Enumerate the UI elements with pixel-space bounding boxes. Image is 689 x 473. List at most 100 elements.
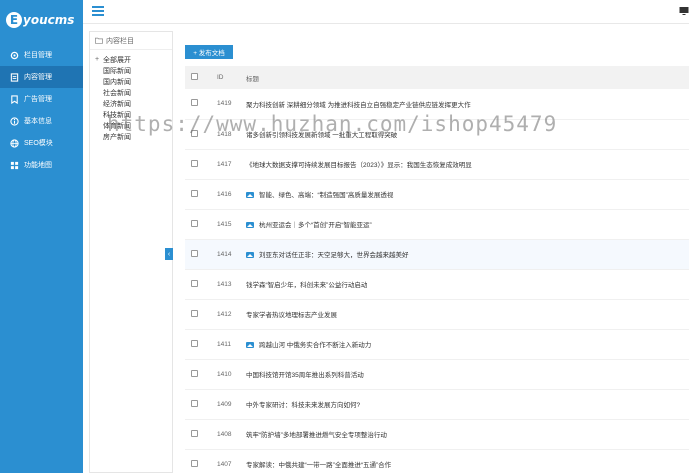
tree-item-expand-all[interactable]: + 全部展开 (90, 54, 172, 65)
article-title-link[interactable]: 智能、绿色、高端：“制造强国”高质量发展透视 (259, 192, 393, 199)
article-title-link[interactable]: 中国科技馆开馆35周年推出系列科普活动 (246, 372, 364, 379)
image-icon (246, 222, 254, 229)
table-row: 1418 诸多创新引领科技发展新领域 一批重大工程取得突破 (185, 119, 689, 149)
row-id: 1408 (217, 430, 232, 438)
tree-item-label: 全部展开 (103, 56, 131, 64)
row-id: 1416 (217, 190, 232, 198)
article-title-link[interactable]: 专家解读：中俄共建“一带一路”全面推进“五通”合作 (246, 462, 391, 469)
tree-item[interactable]: 科技新闻 (90, 109, 172, 120)
row-checkbox[interactable] (191, 159, 198, 167)
article-title-link[interactable]: 杭州亚运会｜多个“首创”开启“智能亚运” (259, 222, 372, 229)
article-title-link[interactable]: 《地球大数据支撑可持续发展目标报告（2023）》显示：我国生态恢复成效明显 (246, 162, 472, 169)
table-row: 1408 筑牢“防护墙”多地部署推进燃气安全专项整治行动 (185, 419, 689, 449)
image-icon (246, 252, 254, 259)
sidebar-item-ad-management[interactable]: 广告管理 (0, 88, 83, 110)
article-title-link[interactable]: 中外专家研讨：科技未来发展方向如何? (246, 402, 360, 409)
tree-item[interactable]: 房产新闻 (90, 131, 172, 142)
bookmark-icon (9, 94, 19, 104)
table-header-row: ID 标题 (185, 66, 689, 89)
table-row: 1415 杭州亚运会｜多个“首创”开启“智能亚运” (185, 209, 689, 239)
table-row: 1407 专家解读：中俄共建“一带一路”全面推进“五通”合作 (185, 449, 689, 473)
row-id: 1413 (217, 280, 232, 288)
table-row: 1416 智能、绿色、高端：“制造强国”高质量发展透视 (185, 179, 689, 209)
publish-document-button[interactable]: + 发布文档 (185, 45, 233, 59)
article-title-link[interactable]: 钱学森“智启少年，科创未来”公益行动启动 (246, 282, 367, 289)
main-content: + 发布文档 ID 标题 1419 聚力科技创新 深耕细分领域 为推进科技自立自强… (180, 31, 689, 473)
article-title-link[interactable]: 筑牢“防护墙”多地部署推进燃气安全专项整治行动 (246, 432, 387, 439)
sidebar-item-label: 广告管理 (24, 96, 52, 103)
sidebar-item-label: 基本信息 (24, 118, 52, 125)
tree-item[interactable]: 国内新闻 (90, 76, 172, 87)
sidebar-item-column-management[interactable]: 栏目管理 (0, 44, 83, 66)
grid-icon (9, 160, 19, 170)
row-id: 1409 (217, 400, 232, 408)
row-checkbox[interactable] (191, 459, 198, 467)
expand-toggle-icon[interactable]: + (95, 56, 101, 63)
table-row: 1412 专家学者热议地理标志产业发展 (185, 299, 689, 329)
sidebar-item-label: 栏目管理 (24, 52, 52, 59)
sidebar-item-content-management[interactable]: 内容管理 (0, 66, 83, 88)
row-id: 1407 (217, 460, 232, 468)
row-id: 1410 (217, 370, 232, 378)
row-checkbox[interactable] (191, 279, 198, 287)
document-icon (9, 72, 19, 82)
tree-item[interactable]: 社会新闻 (90, 87, 172, 98)
row-checkbox[interactable] (191, 99, 198, 107)
sidebar-item-label: 内容管理 (24, 74, 52, 81)
article-title-link[interactable]: 聚力科技创新 深耕细分领域 为推进科技自立自强稳定产业链供应链发挥更大作 (246, 102, 471, 109)
article-title-link[interactable]: 专家学者热议地理标志产业发展 (246, 312, 337, 319)
article-title-link[interactable]: 诸多创新引领科技发展新领域 一批重大工程取得突破 (246, 132, 397, 139)
row-id: 1418 (217, 130, 232, 138)
category-tree: 内容栏目 + 全部展开 国际新闻 国内新闻 社会新闻 经济新闻 科技新闻 体育新… (89, 31, 173, 473)
row-checkbox[interactable] (191, 339, 198, 347)
info-icon (9, 116, 19, 126)
table-row: 1417 《地球大数据支撑可持续发展目标报告（2023）》显示：我国生态恢复成效明… (185, 149, 689, 179)
tree-item[interactable]: 国际新闻 (90, 65, 172, 76)
logo-text: youcms (23, 13, 75, 27)
row-id: 1419 (217, 100, 232, 108)
row-checkbox[interactable] (191, 189, 198, 197)
sidebar-item-label: SEO模块 (24, 140, 53, 147)
row-id: 1412 (217, 310, 232, 318)
top-bar (83, 0, 689, 24)
row-checkbox[interactable] (191, 129, 198, 137)
row-id: 1417 (217, 160, 232, 168)
sidebar-item-basic-info[interactable]: 基本信息 (0, 110, 83, 132)
sidebar-item-seo-module[interactable]: SEO模块 (0, 132, 83, 154)
row-checkbox[interactable] (191, 399, 198, 407)
logo: E youcms (0, 0, 83, 40)
sidebar-item-function-map[interactable]: 功能地图 (0, 154, 83, 176)
gear-icon (9, 50, 19, 60)
row-checkbox[interactable] (191, 429, 198, 437)
tree-header-label: 内容栏目 (106, 37, 134, 45)
row-id: 1414 (217, 250, 232, 258)
image-icon (246, 342, 254, 349)
row-checkbox[interactable] (191, 309, 198, 317)
logo-mark: E (6, 12, 22, 28)
table-row: 1409 中外专家研讨：科技未来发展方向如何? (185, 389, 689, 419)
chevron-left-icon: ‹ (167, 250, 171, 258)
collapse-tree-button[interactable]: ‹ (165, 248, 173, 260)
article-title-link[interactable]: 跨越山河 中俄务实合作不断注入新动力 (259, 342, 371, 349)
sidebar: E youcms 栏目管理 内容管理 广告管理 基本信息 SEO模块 功能地图 (0, 0, 83, 473)
tree-item[interactable]: 经济新闻 (90, 98, 172, 109)
table-row: 1414 刘亚东对话任正非：天空足够大，世界会越来越美好 (185, 239, 689, 269)
monitor-icon[interactable] (679, 6, 689, 16)
select-all-checkbox[interactable] (191, 73, 198, 80)
row-checkbox[interactable] (191, 249, 198, 257)
table-row: 1413 钱学森“智启少年，科创未来”公益行动启动 (185, 269, 689, 299)
article-table: ID 标题 1419 聚力科技创新 深耕细分领域 为推进科技自立自强稳定产业链供应… (185, 66, 689, 473)
image-icon (246, 192, 254, 199)
table-row: 1411 跨越山河 中俄务实合作不断注入新动力 (185, 329, 689, 359)
table-row: 1419 聚力科技创新 深耕细分领域 为推进科技自立自强稳定产业链供应链发挥更大作 (185, 89, 689, 119)
tree-header: 内容栏目 (90, 32, 172, 50)
row-checkbox[interactable] (191, 369, 198, 377)
article-title-link[interactable]: 刘亚东对话任正非：天空足够大，世界会越来越美好 (259, 252, 409, 259)
tree-item[interactable]: 体育新闻 (90, 120, 172, 131)
row-checkbox[interactable] (191, 219, 198, 227)
menu-toggle-icon[interactable] (92, 6, 104, 16)
column-header-title: 标题 (246, 75, 259, 83)
globe-icon (9, 138, 19, 148)
folder-icon (95, 37, 103, 44)
sidebar-item-label: 功能地图 (24, 162, 52, 169)
